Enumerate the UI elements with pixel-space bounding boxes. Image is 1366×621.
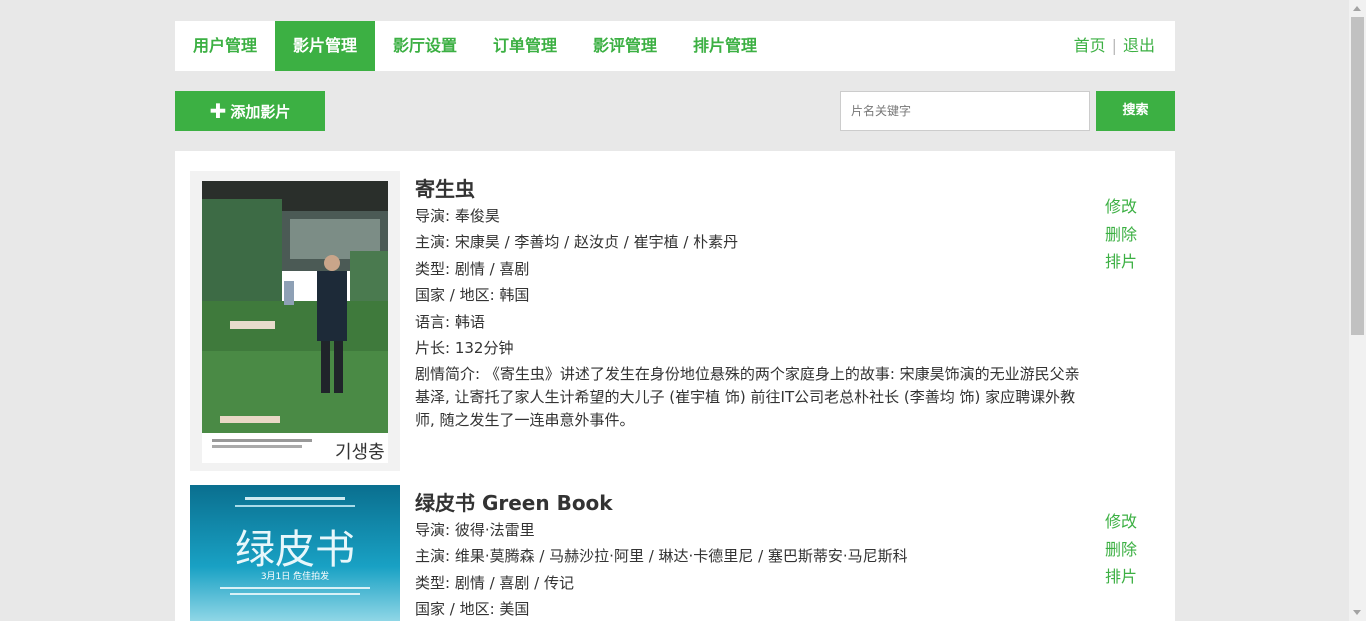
movie-title: 寄生虫 [415,177,475,201]
movie-summary: 剧情简介: 《寄生虫》讲述了发生在身份地位悬殊的两个家庭身上的故事: 宋康昊饰演… [415,365,1080,430]
movie-list: 기생충 寄生虫 导演: 奉俊昊 主演: 宋康昊 / 李善均 / 赵汝贞 / 崔宇… [175,151,1175,621]
movie-info: 寄生虫 导演: 奉俊昊 主演: 宋康昊 / 李善均 / 赵汝贞 / 崔宇植 / … [415,175,1085,432]
scroll-up-arrow-icon[interactable] [1353,6,1361,11]
search-button[interactable]: 搜索 [1096,91,1175,131]
movie-director: 导演: 奉俊昊 [415,207,500,225]
movie-info: 绿皮书 Green Book 导演: 彼得·法雷里 主演: 维果·莫腾森 / 马… [415,489,1085,621]
poster-title-text: 绿皮书 [235,527,355,573]
scroll-thumb[interactable] [1351,17,1364,335]
home-link[interactable]: 首页 [1074,36,1106,55]
edit-button[interactable]: 修改 [1105,193,1137,221]
tab-movie-management[interactable]: 影片管理 [275,21,375,71]
movie-region: 国家 / 地区: 美国 [415,600,530,619]
plus-icon: ✚ [209,99,227,123]
search-input[interactable] [840,91,1090,131]
movie-title: 绿皮书 Green Book [415,491,613,515]
page-scrollbar[interactable] [1349,0,1366,621]
tab-user-management[interactable]: 用户管理 [175,21,275,71]
top-nav: 用户管理 影片管理 影厅设置 订单管理 影评管理 排片管理 首页 | 退出 [175,21,1175,71]
movie-actions: 修改 删除 排片 [1105,508,1137,591]
nav-user-links: 首页 | 退出 [1074,21,1155,71]
movie-cast: 主演: 维果·莫腾森 / 马赫沙拉·阿里 / 琳达·卡德里尼 / 塞巴斯蒂安·马… [415,547,908,566]
movie-director: 导演: 彼得·法雷里 [415,521,535,539]
movie-cast: 主演: 宋康昊 / 李善均 / 赵汝贞 / 崔宇植 / 朴素丹 [415,233,739,252]
movie-poster: 绿皮书 3月1日 危佳拍发 [190,485,400,621]
logout-link[interactable]: 退出 [1123,36,1155,55]
edit-button[interactable]: 修改 [1105,508,1137,536]
schedule-button[interactable]: 排片 [1105,563,1137,591]
add-movie-label: 添加影片 [230,102,291,121]
tab-order-management[interactable]: 订单管理 [475,21,575,71]
movie-actions: 修改 删除 排片 [1105,193,1137,276]
tab-schedule-management[interactable]: 排片管理 [675,21,775,71]
add-movie-button[interactable]: ✚ 添加影片 [175,91,325,131]
scroll-down-arrow-icon[interactable] [1353,610,1361,615]
tab-review-management[interactable]: 影评管理 [575,21,675,71]
delete-button[interactable]: 删除 [1105,536,1137,564]
poster-title-text: 기생충 [335,442,385,463]
movie-language: 语言: 韩语 [415,312,485,331]
delete-button[interactable]: 删除 [1105,221,1137,249]
movie-poster: 기생충 [190,171,400,471]
movie-genre: 类型: 剧情 / 喜剧 / 传记 [415,573,575,592]
schedule-button[interactable]: 排片 [1105,248,1137,276]
movie-duration: 片长: 132分钟 [415,339,514,358]
poster-date-text: 3月1日 危佳拍发 [261,570,329,582]
nav-separator: | [1111,36,1117,55]
tab-hall-settings[interactable]: 影厅设置 [375,21,475,71]
movie-genre: 类型: 剧情 / 喜剧 [415,259,530,278]
movie-region: 国家 / 地区: 韩国 [415,286,530,305]
